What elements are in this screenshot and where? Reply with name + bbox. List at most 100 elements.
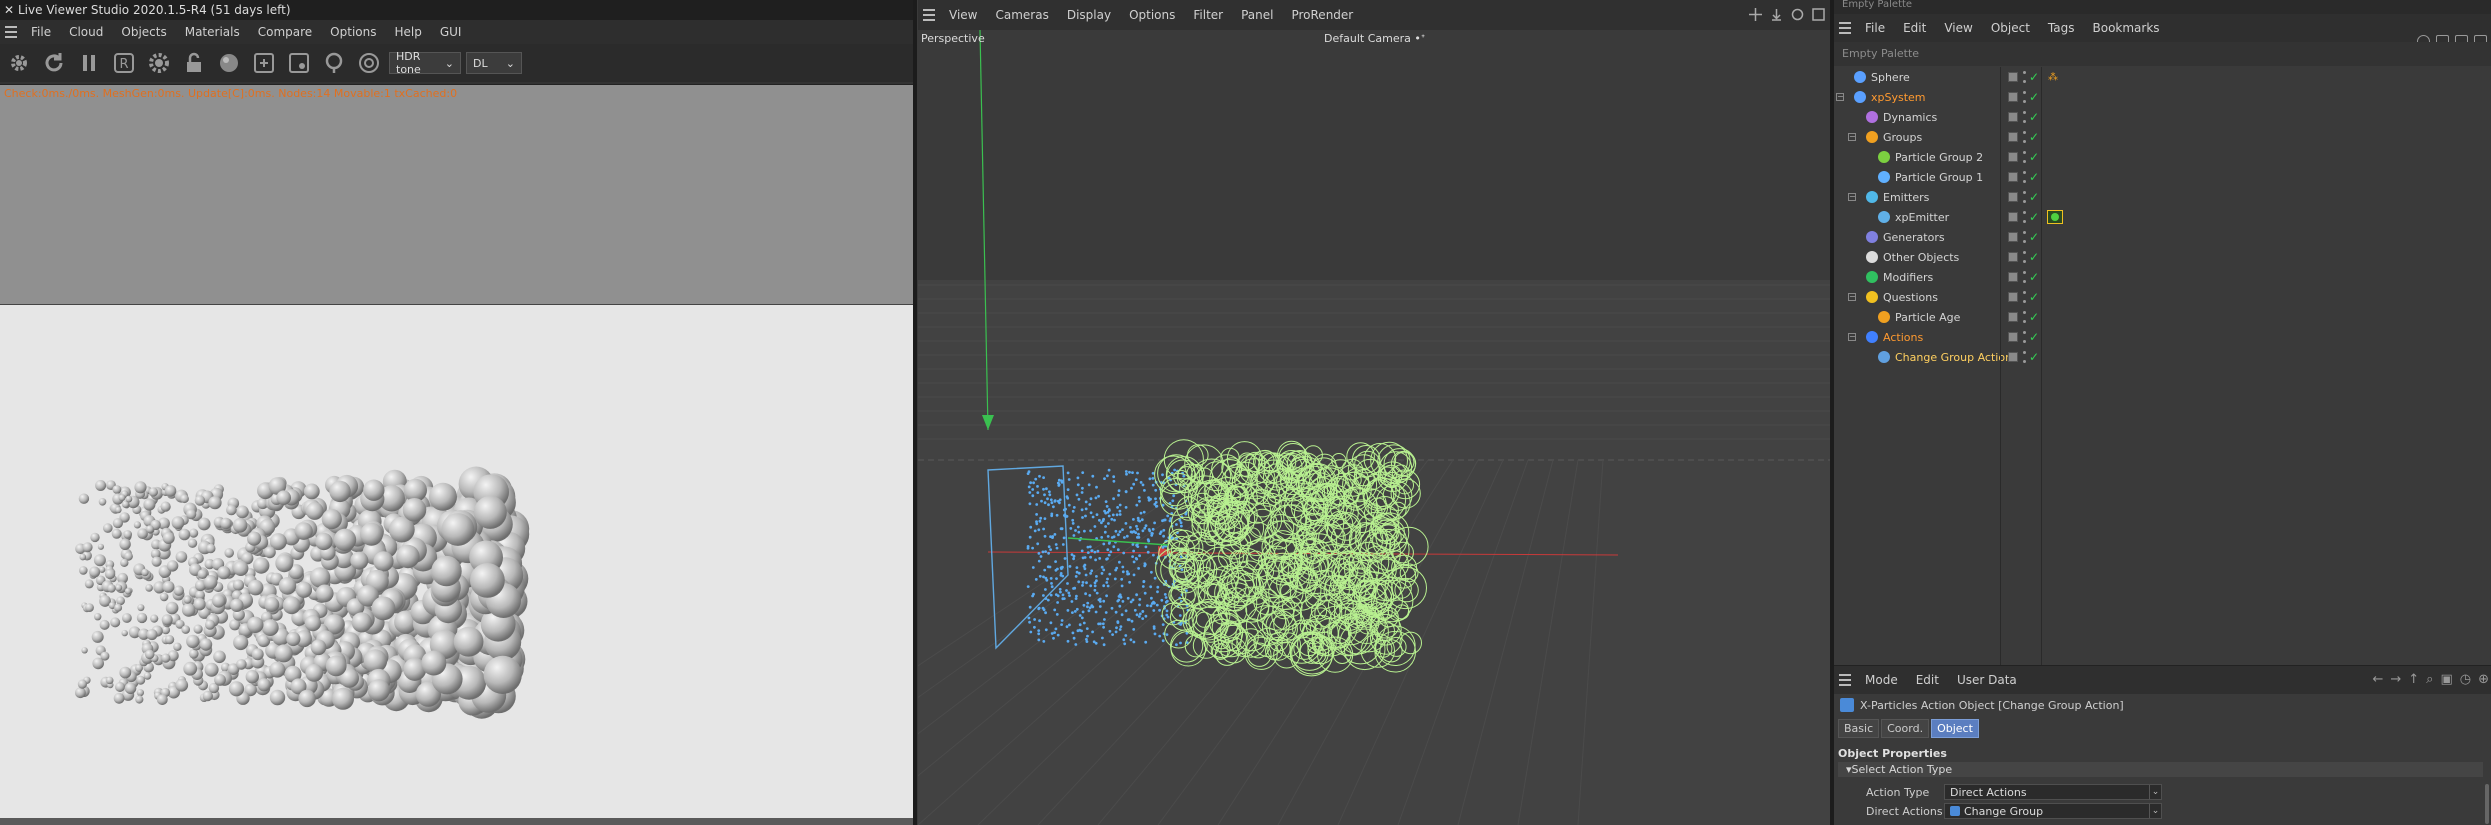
object-name[interactable]: Generators: [1866, 231, 1945, 244]
object-name[interactable]: Change Group Action: [1878, 351, 2012, 364]
visibility-dots-icon[interactable]: [2023, 291, 2026, 303]
visibility-dots-icon[interactable]: [2023, 71, 2026, 83]
live-viewer-scrollbar[interactable]: [0, 818, 913, 825]
layer-swatch[interactable]: [2008, 332, 2018, 342]
tree-collapse-icon[interactable]: −: [1848, 293, 1856, 301]
enabled-check-icon[interactable]: ✓: [2029, 70, 2039, 84]
menu-materials[interactable]: Materials: [176, 25, 249, 39]
visibility-dots-icon[interactable]: [2023, 311, 2026, 323]
tree-collapse-icon[interactable]: −: [1836, 93, 1844, 101]
up-arrow-icon[interactable]: ↑: [2408, 672, 2419, 687]
object-row[interactable]: xpEmitter ✓: [1834, 207, 2491, 227]
enabled-check-icon[interactable]: ✓: [2029, 310, 2039, 324]
viewport-menu-display[interactable]: Display: [1058, 8, 1120, 22]
menu-gui[interactable]: GUI: [431, 25, 471, 39]
lock-icon[interactable]: [179, 48, 209, 78]
viewport-menu-options[interactable]: Options: [1120, 8, 1184, 22]
viewport-canvas[interactable]: [918, 30, 1830, 825]
object-row[interactable]: Change Group Action ✓: [1834, 347, 2491, 367]
layer-swatch[interactable]: [2008, 292, 2018, 302]
region-render-icon[interactable]: R: [109, 48, 139, 78]
object-row[interactable]: Other Objects ✓: [1834, 247, 2491, 267]
object-row[interactable]: Particle Age ✓: [1834, 307, 2491, 327]
hamburger-menu-icon[interactable]: [1834, 16, 1856, 40]
object-row[interactable]: − xpSystem ✓: [1834, 87, 2491, 107]
enabled-check-icon[interactable]: ✓: [2029, 210, 2039, 224]
enabled-check-icon[interactable]: ✓: [2029, 190, 2039, 204]
render-settings-icon[interactable]: [4, 48, 34, 78]
layer-swatch[interactable]: [2008, 112, 2018, 122]
hamburger-menu-icon[interactable]: [0, 20, 22, 44]
enabled-check-icon[interactable]: ✓: [2029, 290, 2039, 304]
layer-swatch[interactable]: [2008, 92, 2018, 102]
layer-swatch[interactable]: [2008, 72, 2018, 82]
enabled-check-icon[interactable]: ✓: [2029, 130, 2039, 144]
tab-coord[interactable]: Coord.: [1881, 719, 1930, 738]
close-icon[interactable]: ✕: [0, 3, 18, 17]
object-name[interactable]: Particle Group 2: [1878, 151, 1983, 164]
menu-options[interactable]: Options: [321, 25, 385, 39]
pick-material-icon[interactable]: [354, 48, 384, 78]
om-menu-file[interactable]: File: [1856, 21, 1894, 35]
visibility-dots-icon[interactable]: [2023, 271, 2026, 283]
visibility-dots-icon[interactable]: [2023, 191, 2026, 203]
menu-compare[interactable]: Compare: [249, 25, 321, 39]
forward-arrow-icon[interactable]: →: [2390, 672, 2401, 687]
visibility-dots-icon[interactable]: [2023, 331, 2026, 343]
object-name[interactable]: Questions: [1866, 291, 1938, 304]
object-name[interactable]: Sphere: [1854, 71, 1910, 84]
viewport-camera-label[interactable]: Default Camera •ᐩ: [1324, 32, 1425, 45]
layer-swatch[interactable]: [2008, 132, 2018, 142]
visibility-dots-icon[interactable]: [2023, 211, 2026, 223]
attr-menu-mode[interactable]: Mode: [1856, 673, 1907, 687]
object-name[interactable]: xpSystem: [1854, 91, 1926, 104]
add-region-icon[interactable]: [249, 48, 279, 78]
new-panel-icon[interactable]: ⊕: [2478, 672, 2489, 687]
hamburger-menu-icon[interactable]: [918, 3, 940, 27]
enabled-check-icon[interactable]: ✓: [2029, 230, 2039, 244]
attr-menu-user-data[interactable]: User Data: [1948, 673, 2026, 687]
action-type-dropdown[interactable]: Direct Actions ⌄: [1944, 784, 2162, 800]
visibility-dots-icon[interactable]: [2023, 131, 2026, 143]
object-row[interactable]: Generators ✓: [1834, 227, 2491, 247]
om-menu-object[interactable]: Object: [1982, 21, 2039, 35]
om-menu-edit[interactable]: Edit: [1894, 21, 1935, 35]
viewport-menu-prorender[interactable]: ProRender: [1282, 8, 1362, 22]
enabled-check-icon[interactable]: ✓: [2029, 330, 2039, 344]
viewport-menu-filter[interactable]: Filter: [1184, 8, 1232, 22]
visibility-dots-icon[interactable]: [2023, 151, 2026, 163]
object-row[interactable]: − Questions ✓: [1834, 287, 2491, 307]
object-name[interactable]: xpEmitter: [1878, 211, 1949, 224]
search-icon[interactable]: ⌕: [2426, 672, 2433, 687]
om-menu-view[interactable]: View: [1935, 21, 1981, 35]
visibility-dots-icon[interactable]: [2023, 351, 2026, 363]
object-name[interactable]: Actions: [1866, 331, 1923, 344]
visibility-dots-icon[interactable]: [2023, 91, 2026, 103]
sphere-tag-icon[interactable]: ⁂: [2048, 72, 2058, 83]
visibility-dots-icon[interactable]: [2023, 251, 2026, 263]
column-divider[interactable]: [2000, 67, 2001, 665]
object-name[interactable]: Dynamics: [1866, 111, 1937, 124]
object-name[interactable]: Particle Group 1: [1878, 171, 1983, 184]
snapshot-icon[interactable]: [284, 48, 314, 78]
layer-swatch[interactable]: [2008, 232, 2018, 242]
visibility-dots-icon[interactable]: [2023, 171, 2026, 183]
visibility-dots-icon[interactable]: [2023, 111, 2026, 123]
layer-swatch[interactable]: [2008, 352, 2018, 362]
object-row[interactable]: Modifiers ✓: [1834, 267, 2491, 287]
object-row[interactable]: − Emitters ✓: [1834, 187, 2491, 207]
layer-swatch[interactable]: [2008, 212, 2018, 222]
lock-icon[interactable]: ▣: [2440, 672, 2452, 687]
enabled-check-icon[interactable]: ✓: [2029, 170, 2039, 184]
object-row[interactable]: − Groups ✓: [1834, 127, 2491, 147]
object-name[interactable]: Modifiers: [1866, 271, 1933, 284]
viewport-menu-panel[interactable]: Panel: [1232, 8, 1282, 22]
object-row[interactable]: Sphere ✓ ⁂: [1834, 67, 2491, 87]
attr-scrollbar[interactable]: [2485, 784, 2489, 824]
object-name[interactable]: Groups: [1866, 131, 1922, 144]
tree-collapse-icon[interactable]: −: [1848, 133, 1856, 141]
object-row[interactable]: Particle Group 2 ✓: [1834, 147, 2491, 167]
maximize-view-icon[interactable]: [1811, 7, 1826, 22]
menu-help[interactable]: Help: [385, 25, 430, 39]
enabled-check-icon[interactable]: ✓: [2029, 110, 2039, 124]
